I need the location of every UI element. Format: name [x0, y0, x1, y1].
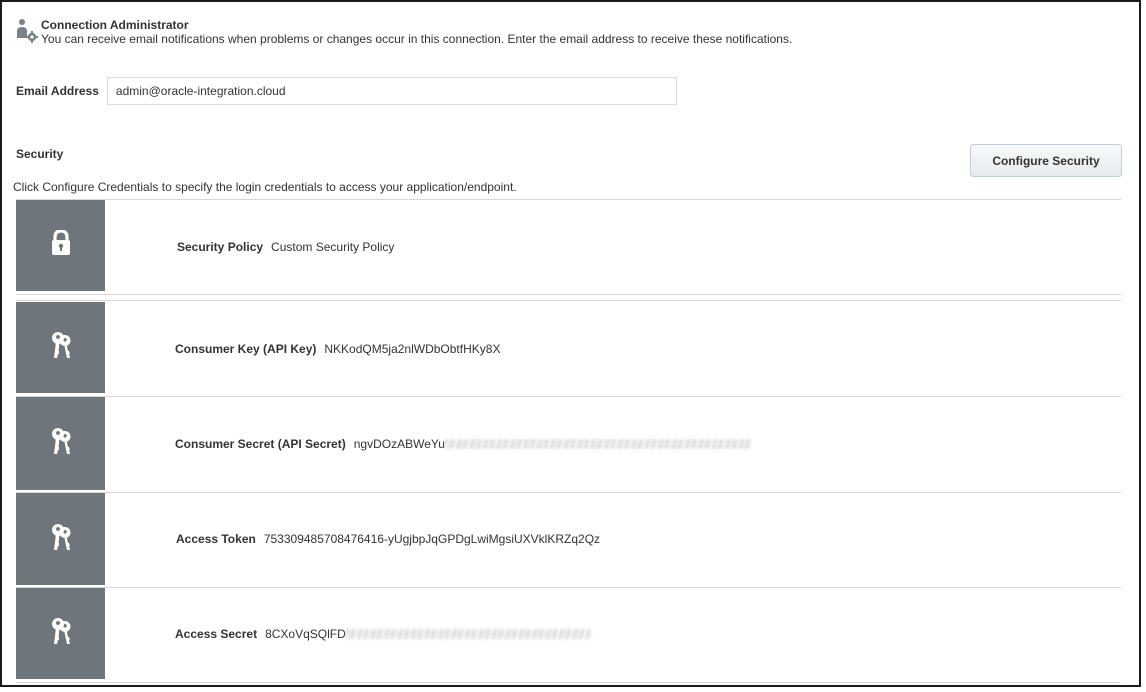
- consumer-key-row: Consumer Key (API Key) NKKodQM5ja2nlWDbO…: [16, 302, 1121, 395]
- consumer-secret-row: Consumer Secret (API Secret) ngvDOzABWeY…: [16, 397, 1121, 492]
- keys-icon: [49, 522, 73, 557]
- row-value: Custom Security Policy: [271, 240, 395, 254]
- security-description: Click Configure Credentials to specify t…: [13, 180, 517, 194]
- keys-icon: [49, 330, 73, 365]
- row-icon-tile: [16, 397, 105, 490]
- row-icon-tile: [16, 493, 105, 585]
- keys-icon: [49, 426, 73, 461]
- row-label: Consumer Secret (API Secret): [175, 437, 346, 451]
- row-value: 8CXoVqSQlFD: [265, 627, 346, 641]
- lock-icon: [50, 229, 72, 261]
- row-value: 753309485708476416-yUgjbpJqGPDgLwiMgsiUX…: [263, 532, 601, 546]
- row-value: NKKodQM5ja2nlWDbObtfHKy8X: [324, 342, 501, 356]
- security-heading: Security: [16, 147, 64, 161]
- email-row: Email Address: [16, 77, 677, 105]
- masked-value: [444, 439, 751, 449]
- divider: [16, 682, 1121, 683]
- access-token-row: Access Token 753309485708476416-yUgjbpJq…: [16, 493, 1121, 587]
- configure-security-button[interactable]: Configure Security: [970, 144, 1122, 177]
- admin-description: You can receive email notifications when…: [41, 32, 793, 46]
- admin-title: Connection Administrator: [41, 18, 189, 32]
- connection-panel: Connection Administrator You can receive…: [0, 0, 1141, 687]
- row-label: Consumer Key (API Key): [175, 342, 317, 356]
- email-field[interactable]: [106, 77, 677, 105]
- security-policy-row: Security Policy Custom Security Policy: [16, 200, 1121, 293]
- access-secret-row: Access Secret 8CXoVqSQlFD: [16, 588, 1121, 682]
- row-icon-tile: [16, 302, 105, 393]
- admin-section: Connection Administrator You can receive…: [16, 18, 792, 47]
- row-icon-tile: [16, 200, 105, 291]
- row-value: ngvDOzABWeYu: [353, 437, 445, 451]
- row-icon-tile: [16, 588, 105, 679]
- email-label: Email Address: [16, 84, 99, 98]
- keys-icon: [49, 616, 73, 651]
- row-label: Security Policy: [177, 240, 264, 254]
- masked-value: [345, 629, 591, 639]
- row-label: Access Secret: [175, 627, 258, 641]
- divider: [16, 300, 1121, 301]
- row-label: Access Token: [176, 532, 256, 546]
- divider: [16, 294, 1121, 295]
- admin-user-gear-icon: [16, 18, 38, 44]
